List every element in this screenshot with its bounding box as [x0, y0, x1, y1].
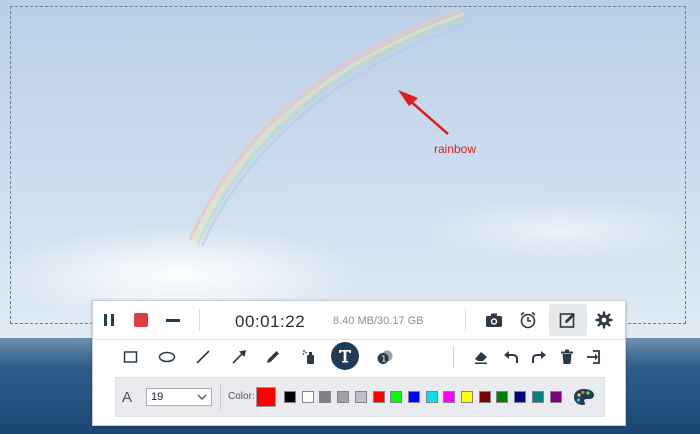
pencil-icon: [267, 351, 279, 363]
settings-button[interactable]: [593, 310, 615, 330]
color-swatch[interactable]: [337, 391, 350, 403]
color-swatch[interactable]: [461, 391, 473, 403]
callout-icon: 1: [377, 350, 393, 364]
color-swatch[interactable]: [478, 391, 491, 403]
font-size-label: A: [122, 389, 133, 406]
spray-tool[interactable]: [299, 347, 319, 367]
exit-icon: [587, 350, 600, 364]
font-size-select[interactable]: 19: [146, 388, 212, 406]
screenshot-button[interactable]: [483, 310, 505, 330]
delete-button[interactable]: [557, 347, 577, 367]
color-swatch[interactable]: [443, 391, 456, 403]
redo-button[interactable]: [529, 347, 549, 367]
eraser-icon: [475, 352, 487, 364]
callout-tool[interactable]: 1: [375, 347, 395, 367]
control-row: 00:01:22 8.40 MB/30.17 GB: [93, 301, 625, 340]
undo-icon: [504, 351, 518, 363]
color-swatch[interactable]: [301, 391, 314, 403]
annotation-text: rainbow: [434, 142, 477, 156]
text-options-row: A 19 Color:: [115, 377, 605, 417]
rectangle-tool[interactable]: [121, 347, 141, 367]
eraser-tool[interactable]: [471, 347, 491, 367]
undo-button[interactable]: [501, 347, 521, 367]
schedule-button[interactable]: [517, 310, 539, 330]
color-swatch[interactable]: [407, 391, 420, 403]
font-size-value: 19: [151, 391, 164, 403]
drawing-tools-row: 1: [93, 339, 625, 375]
color-swatch[interactable]: [549, 391, 562, 403]
arrow-tool[interactable]: [229, 347, 249, 367]
color-label: Color:: [228, 391, 255, 402]
color-swatch[interactable]: [319, 391, 332, 403]
arrow-icon: [232, 350, 246, 364]
pause-icon: [104, 314, 114, 326]
trash-icon: [561, 349, 573, 364]
color-swatch[interactable]: [514, 391, 527, 403]
color-swatch[interactable]: [531, 391, 544, 403]
divider: [465, 309, 466, 331]
color-swatch[interactable]: [354, 391, 367, 403]
line-tool[interactable]: [193, 347, 213, 367]
divider: [220, 384, 221, 410]
edit-icon: [559, 313, 575, 328]
color-swatch[interactable]: [425, 391, 438, 403]
line-icon: [196, 350, 210, 364]
pencil-tool[interactable]: [263, 347, 283, 367]
text-tool[interactable]: [331, 342, 359, 370]
stop-button[interactable]: [131, 310, 151, 330]
exit-edit-button[interactable]: [583, 347, 603, 367]
ellipse-tool[interactable]: [157, 347, 177, 367]
palette-icon: [574, 389, 594, 405]
chevron-down-icon: [197, 394, 207, 400]
camera-icon: [486, 313, 502, 327]
schedule-icon: [520, 311, 536, 329]
edit-button[interactable]: [557, 310, 579, 330]
gear-icon: [595, 311, 613, 329]
file-size-readout: 8.40 MB/30.17 GB: [333, 315, 424, 327]
color-swatch[interactable]: [390, 391, 403, 403]
pause-button[interactable]: [99, 310, 119, 330]
divider: [199, 309, 200, 331]
minimize-button[interactable]: [163, 310, 183, 330]
ellipse-icon: [158, 351, 176, 363]
recording-toolbar: 00:01:22 8.40 MB/30.17 GB 1 A 19 Color:: [92, 300, 626, 426]
color-swatch[interactable]: [372, 391, 385, 403]
more-colors-button[interactable]: [572, 386, 596, 408]
current-color-swatch[interactable]: [256, 387, 276, 407]
color-swatch[interactable]: [284, 391, 296, 403]
rectangle-icon: [123, 351, 138, 363]
text-icon: [339, 350, 351, 363]
stop-icon: [134, 313, 148, 327]
redo-icon: [532, 351, 546, 363]
spray-icon: [302, 350, 314, 364]
divider: [453, 346, 454, 368]
minimize-icon: [166, 319, 180, 322]
svg-text:1: 1: [381, 355, 386, 364]
color-swatch[interactable]: [496, 391, 509, 403]
recording-timer: 00:01:22: [235, 312, 306, 331]
